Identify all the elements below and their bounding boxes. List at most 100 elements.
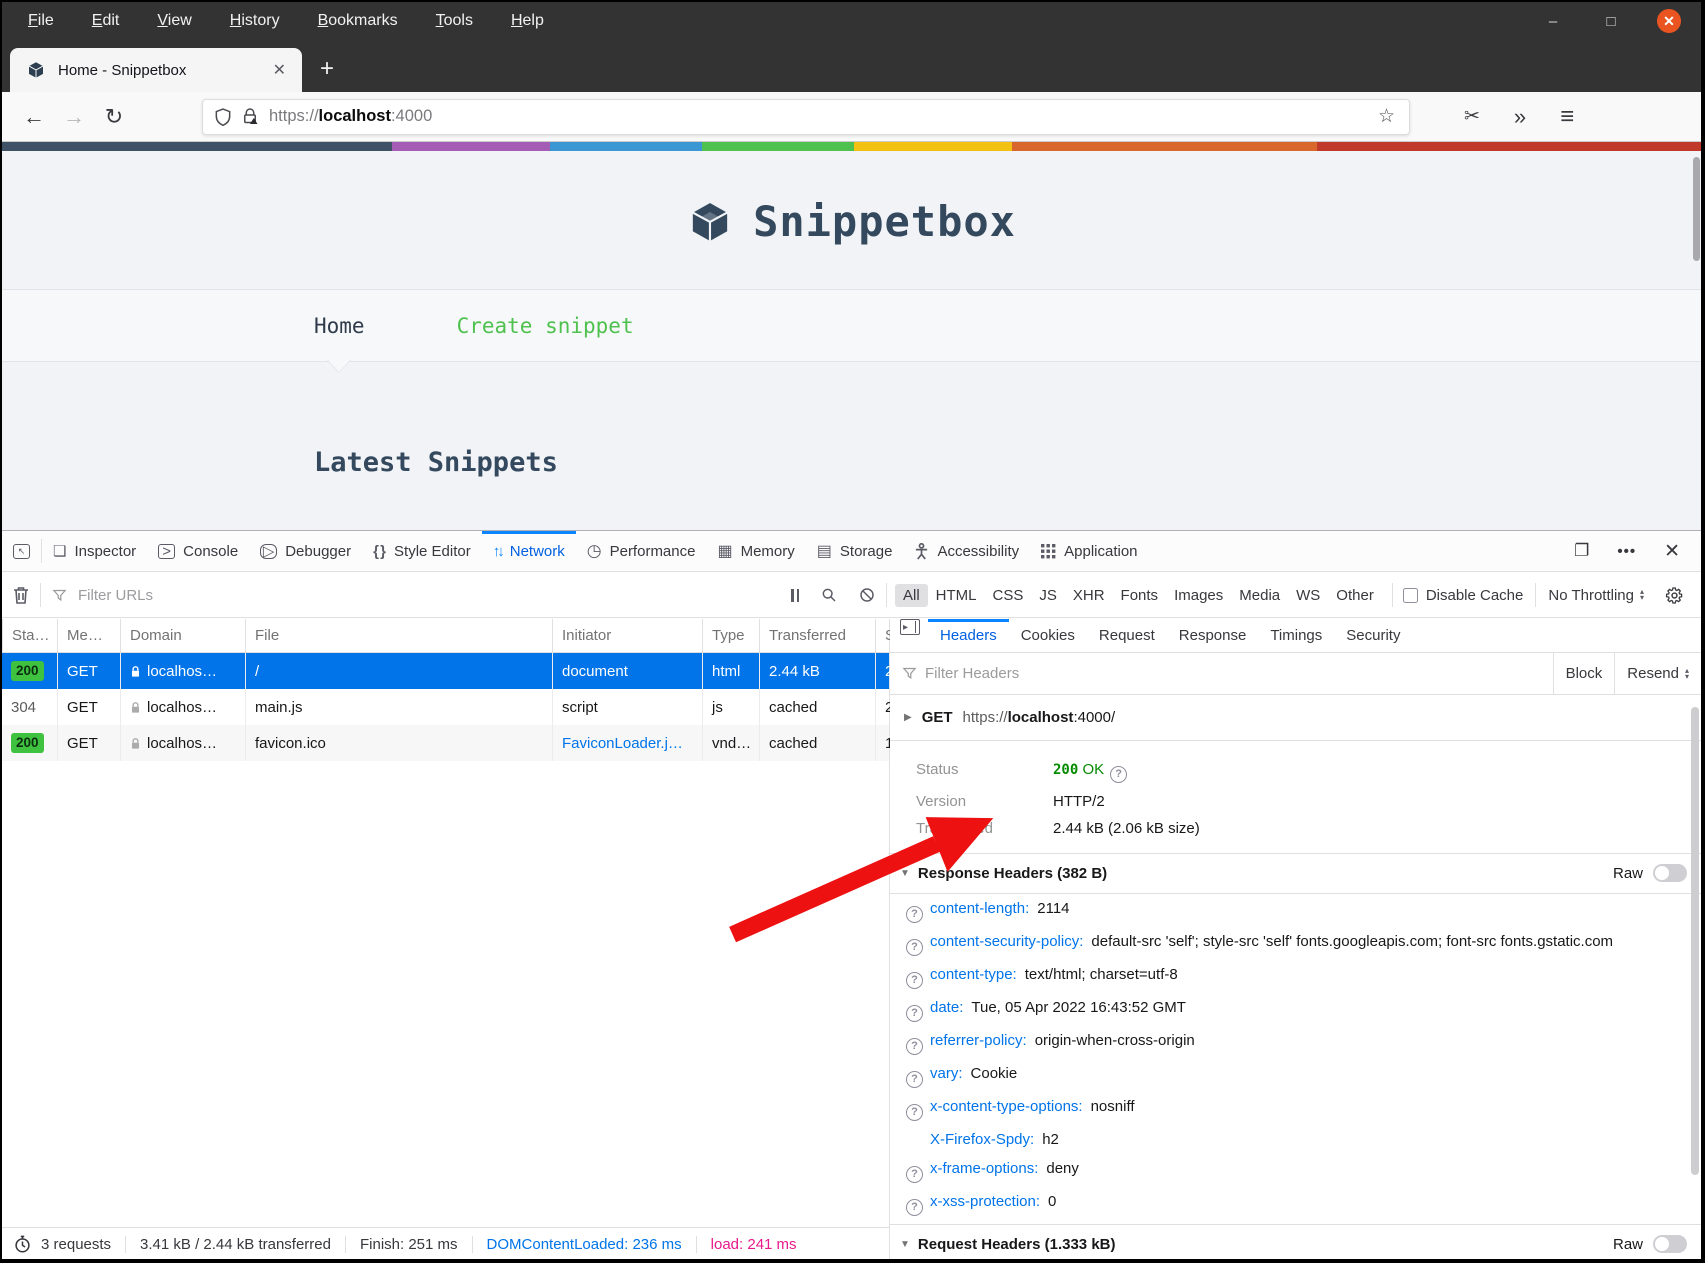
- header-row-referrer-policy[interactable]: ? referrer-policy:origin-when-cross-orig…: [890, 1026, 1701, 1059]
- filter-type-xhr[interactable]: XHR: [1065, 584, 1113, 607]
- col-method[interactable]: Me…: [57, 619, 120, 652]
- resend-button[interactable]: Resend▴▾: [1614, 653, 1701, 694]
- filter-type-images[interactable]: Images: [1166, 584, 1231, 607]
- header-row-content-length[interactable]: ? content-length:2114: [890, 894, 1701, 927]
- disable-cache-label[interactable]: Disable Cache: [1426, 587, 1524, 604]
- filter-type-all[interactable]: All: [895, 584, 928, 607]
- site-nav-home[interactable]: Home: [314, 314, 365, 338]
- header-help-icon[interactable]: ?: [906, 1166, 923, 1183]
- header-row-content-type[interactable]: ? content-type:text/html; charset=utf-8: [890, 960, 1701, 993]
- devtools-more-options-icon[interactable]: •••: [1606, 543, 1647, 560]
- devtools-tab-memory[interactable]: ▦Memory: [706, 531, 805, 571]
- header-help-icon[interactable]: ?: [906, 1038, 923, 1055]
- tab-close-icon[interactable]: ✕: [269, 60, 290, 80]
- disable-cache-checkbox[interactable]: [1403, 588, 1418, 603]
- devtools-close-icon[interactable]: ✕: [1653, 540, 1691, 563]
- header-help-icon[interactable]: ?: [906, 906, 923, 923]
- menu-bookmarks[interactable]: Bookmarks: [318, 12, 398, 30]
- devtools-tab-inspector[interactable]: ❏Inspector: [42, 531, 147, 571]
- header-row-x-frame-options[interactable]: ? x-frame-options:deny: [890, 1154, 1701, 1187]
- details-tab-security[interactable]: Security: [1334, 619, 1412, 652]
- load-time[interactable]: load: 241 ms: [696, 1236, 811, 1253]
- collapse-twisty-icon[interactable]: ▼: [900, 868, 910, 879]
- shield-icon[interactable]: [213, 107, 233, 127]
- reload-button[interactable]: ↻: [94, 104, 134, 130]
- menu-tools[interactable]: Tools: [436, 12, 473, 30]
- back-button[interactable]: ←: [14, 104, 54, 130]
- devtools-tab-debugger[interactable]: ▷Debugger: [249, 531, 362, 571]
- filter-type-ws[interactable]: WS: [1288, 584, 1328, 607]
- devtools-tab-style-editor[interactable]: { }Style Editor: [362, 531, 482, 571]
- devtools-tab-storage[interactable]: ▤Storage: [806, 531, 904, 571]
- details-tab-cookies[interactable]: Cookies: [1009, 619, 1087, 652]
- split-panel-toggle-icon[interactable]: [900, 619, 920, 635]
- header-row-date[interactable]: ? date:Tue, 05 Apr 2022 16:43:52 GMT: [890, 993, 1701, 1026]
- throttling-select[interactable]: No Throttling: [1548, 587, 1634, 604]
- filter-type-other[interactable]: Other: [1328, 584, 1382, 607]
- url-bar[interactable]: https://localhost:4000 ☆: [202, 99, 1410, 135]
- request-url-line[interactable]: ▶ GET https://localhost:4000/: [890, 695, 1701, 741]
- header-row-x-firefox-spdy[interactable]: X-Firefox-Spdy:h2: [890, 1125, 1701, 1154]
- request-row-document[interactable]: 200 GET localhos… / document html 2.44 k…: [2, 653, 889, 689]
- overflow-chevron-icon[interactable]: »: [1514, 104, 1526, 130]
- filter-type-fonts[interactable]: Fonts: [1113, 584, 1167, 607]
- maximize-button[interactable]: □: [1599, 9, 1623, 33]
- col-transferred[interactable]: Transferred: [759, 619, 875, 652]
- col-status[interactable]: Sta…: [2, 619, 57, 652]
- status-help-icon[interactable]: ?: [1110, 766, 1127, 783]
- screenshot-tool-icon[interactable]: ✂: [1464, 105, 1480, 128]
- close-button[interactable]: ✕: [1657, 9, 1681, 33]
- header-help-icon[interactable]: ?: [906, 1071, 923, 1088]
- page-scrollbar[interactable]: [1693, 157, 1700, 261]
- request-headers-section[interactable]: ▼ Request Headers (1.333 kB) Raw: [890, 1224, 1701, 1260]
- details-tab-response[interactable]: Response: [1167, 619, 1259, 652]
- site-nav-create-snippet[interactable]: Create snippet: [457, 314, 634, 338]
- devtools-tab-performance[interactable]: ◷Performance: [576, 531, 707, 571]
- lock-warning-icon[interactable]: [241, 107, 259, 126]
- menu-help[interactable]: Help: [511, 12, 544, 30]
- filter-urls-input[interactable]: Filter URLs: [78, 587, 153, 604]
- pause-traffic-icon[interactable]: [780, 589, 810, 602]
- header-row-x-xss-protection[interactable]: ? x-xss-protection:0: [890, 1187, 1701, 1220]
- header-help-icon[interactable]: ?: [906, 939, 923, 956]
- raw-toggle[interactable]: [1653, 864, 1687, 882]
- header-row-x-content-type-options[interactable]: ? x-content-type-options:nosniff: [890, 1092, 1701, 1125]
- collapse-twisty-icon[interactable]: ▼: [900, 1239, 910, 1250]
- responsive-design-mode-icon[interactable]: ❐: [1563, 541, 1600, 561]
- devtools-tab-network[interactable]: ↑↓Network: [482, 531, 576, 571]
- block-button[interactable]: Block: [1553, 653, 1615, 694]
- search-icon[interactable]: [810, 587, 848, 603]
- bookmark-star-icon[interactable]: ☆: [1378, 105, 1399, 128]
- block-request-icon[interactable]: [848, 587, 886, 603]
- header-help-icon[interactable]: ?: [906, 1104, 923, 1121]
- col-initiator[interactable]: Initiator: [552, 619, 702, 652]
- header-help-icon[interactable]: ?: [906, 1005, 923, 1022]
- devtools-tab-accessibility[interactable]: Accessibility: [903, 531, 1030, 571]
- col-file[interactable]: File: [245, 619, 552, 652]
- header-help-icon[interactable]: ?: [906, 972, 923, 989]
- details-scrollbar[interactable]: [1691, 707, 1699, 1175]
- filter-headers-input[interactable]: Filter Headers: [925, 665, 1019, 682]
- new-tab-button[interactable]: +: [320, 56, 334, 82]
- filter-type-css[interactable]: CSS: [985, 584, 1032, 607]
- network-settings-gear-icon[interactable]: [1654, 586, 1695, 605]
- domcontentloaded-time[interactable]: DOMContentLoaded: 236 ms: [472, 1236, 696, 1253]
- header-row-vary[interactable]: ? vary:Cookie: [890, 1059, 1701, 1092]
- response-headers-section[interactable]: ▼ Response Headers (382 B) Raw: [890, 853, 1701, 894]
- devtools-tab-console[interactable]: >Console: [147, 531, 249, 571]
- details-tab-timings[interactable]: Timings: [1258, 619, 1334, 652]
- menu-history[interactable]: History: [230, 12, 280, 30]
- col-domain[interactable]: Domain: [120, 619, 245, 652]
- minimize-button[interactable]: –: [1541, 9, 1565, 33]
- details-tab-request[interactable]: Request: [1087, 619, 1167, 652]
- browser-tab-home-snippetbox[interactable]: Home - Snippetbox ✕: [10, 48, 302, 92]
- devtools-tab-application[interactable]: Application: [1030, 531, 1148, 571]
- request-row-favicon[interactable]: 200 GET localhos… favicon.ico FaviconLoa…: [2, 725, 889, 761]
- hamburger-menu-icon[interactable]: ≡: [1560, 103, 1574, 131]
- col-type[interactable]: Type: [702, 619, 759, 652]
- filter-type-js[interactable]: JS: [1031, 584, 1065, 607]
- filter-type-media[interactable]: Media: [1231, 584, 1288, 607]
- menu-edit[interactable]: Edit: [92, 12, 120, 30]
- details-tab-headers[interactable]: Headers: [928, 619, 1009, 652]
- request-row-mainjs[interactable]: 304 GET localhos… main.js script js cach…: [2, 689, 889, 725]
